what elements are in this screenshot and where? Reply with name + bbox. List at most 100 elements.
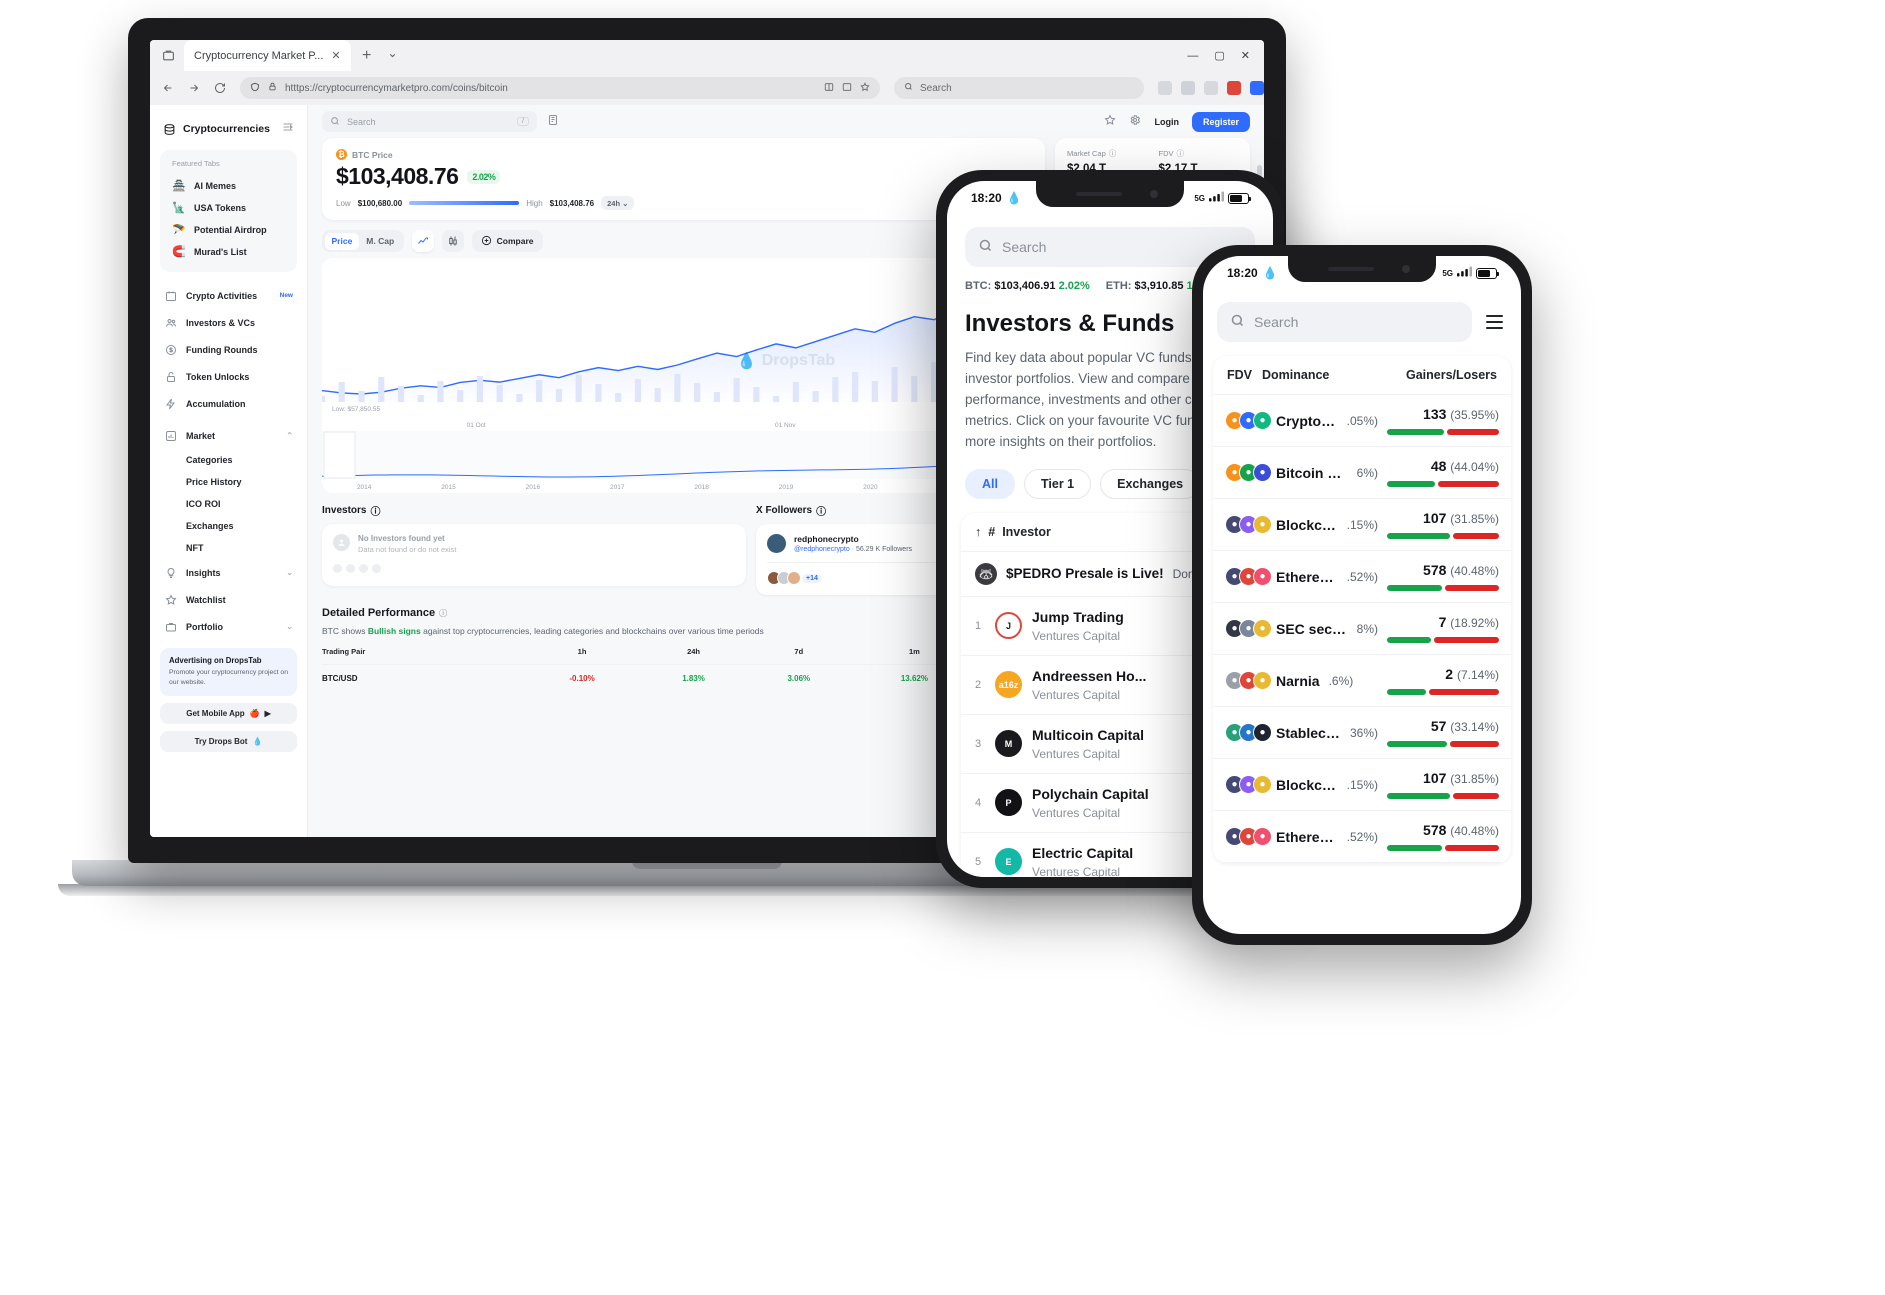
new-tab-icon[interactable]: + (357, 46, 377, 66)
avatar: P (995, 789, 1022, 817)
login-button[interactable]: Login (1154, 117, 1179, 127)
list-item[interactable]: ●●●Bitcoin Eco... 6%) 48 (44.04%) (1213, 447, 1511, 499)
compare-button[interactable]: Compare (471, 230, 543, 252)
col-fdv[interactable]: FDV (1227, 368, 1252, 382)
sidebar-item-watchlist[interactable]: Watchlist (160, 586, 297, 613)
sidebar-subitem-exchanges[interactable]: Exchanges (160, 515, 297, 537)
sidebar-subitem-price-history[interactable]: Price History (160, 471, 297, 493)
coin-icon: ● (1253, 463, 1272, 482)
address-bar[interactable]: htttps://cryptocurrencymarketpro.com/coi… (240, 77, 880, 99)
sidebar-item-usa-tokens[interactable]: 🗽 USA Tokens (168, 197, 289, 219)
list-item[interactable]: ●●●SEC securit... 8%) 7 (18.92%) (1213, 603, 1511, 655)
info-icon[interactable]: ⓘ (1177, 148, 1185, 159)
col-dominance[interactable]: Dominance (1262, 368, 1329, 382)
green-bar (1387, 481, 1435, 487)
speaker (1076, 192, 1122, 196)
back-icon[interactable] (162, 82, 174, 94)
chart-mode-mcap[interactable]: M. Cap (359, 233, 401, 250)
get-mobile-app-button[interactable]: Get Mobile App 🍎 ▶ (160, 702, 297, 724)
sidebar-item-insights[interactable]: Insights ⌄ (160, 559, 297, 586)
sidebar-item-potential-airdrop[interactable]: 🪂 Potential Airdrop (168, 219, 289, 241)
browser-search-box[interactable]: Search (894, 77, 1144, 99)
chip-tier-1[interactable]: Tier 1 (1023, 468, 1092, 499)
extension-shield2-icon[interactable] (1250, 81, 1264, 95)
info-icon[interactable]: ⓘ (439, 608, 447, 619)
battery-icon (1228, 192, 1251, 204)
list-item[interactable]: ● ● ● Narnia .6%) 2 (7.14%) (1213, 655, 1511, 707)
range-period-select[interactable]: 24h ⌄ (601, 196, 635, 210)
close-icon[interactable]: ✕ (331, 49, 340, 62)
chevron-up-icon[interactable]: ⌃ (286, 431, 293, 440)
battery-level (1230, 194, 1243, 202)
candlestick-icon[interactable] (441, 230, 464, 252)
empty-title: No Investors found yet (358, 534, 445, 543)
browser-tab[interactable]: Cryptocurrency Market P... ✕ (184, 40, 351, 71)
register-button[interactable]: Register (1191, 111, 1250, 132)
gear-icon[interactable] (1129, 113, 1141, 131)
chevron-down-icon[interactable]: ⌄ (286, 622, 293, 631)
sidebar-item-token-unlocks[interactable]: Token Unlocks (160, 363, 297, 390)
investor-type: Ventures Capital (1032, 687, 1121, 702)
minimize-button[interactable]: — (1187, 50, 1198, 62)
split-icon[interactable] (842, 82, 852, 95)
row-index: 3 (975, 737, 982, 750)
sidebar-item-market[interactable]: Market ⌃ (160, 422, 297, 449)
forward-icon[interactable] (188, 82, 200, 94)
gainers-cell: 578 (40.48%) (1387, 562, 1499, 591)
mini-tick: 2020 (863, 484, 878, 491)
gainers-losers-bar (1387, 533, 1499, 539)
sidebar-item-accumulation[interactable]: Accumulation (160, 390, 297, 417)
col-gainers-losers[interactable]: Gainers/Losers (1406, 368, 1497, 382)
list-item[interactable]: ●●●Cryptocurr... .05%) 133 (35.95%) (1213, 395, 1511, 447)
advertising-card[interactable]: Advertising on DropsTab Promote your cry… (160, 648, 297, 696)
sort-arrow-icon[interactable]: ↑ (975, 525, 981, 539)
window-close-button[interactable]: ✕ (1241, 49, 1250, 62)
try-drops-bot-button[interactable]: Try Drops Bot 💧 (160, 730, 297, 752)
sidebar-item-ai-memes[interactable]: 🏯 AI Memes (168, 175, 289, 197)
sidebar-item-funding-rounds[interactable]: Funding Rounds (160, 336, 297, 363)
extension-wallet-icon[interactable] (1227, 81, 1241, 95)
sidebar-subitem-nft[interactable]: NFT (160, 537, 297, 559)
sidebar-item-portfolio[interactable]: Portfolio ⌄ (160, 613, 297, 640)
chart-mode-price[interactable]: Price (324, 232, 360, 250)
chevron-down-icon[interactable] (383, 46, 403, 66)
star-icon[interactable] (1104, 113, 1117, 131)
sidebar-subitem-categories[interactable]: Categories (160, 449, 297, 471)
list-item[interactable]: ● ● ● Stablecoin 36%) 57 (33.14%) (1213, 707, 1511, 759)
info-icon[interactable]: ⓘ (1109, 148, 1117, 159)
extension-shield-icon[interactable] (1158, 81, 1172, 95)
info-icon[interactable]: ⓘ (370, 503, 380, 518)
bookmark-star-icon[interactable] (860, 81, 870, 95)
list-item[interactable]: ●●●Blockchain .15%) 107 (31.85%) (1213, 499, 1511, 551)
sidebar-subitem-ico-roi[interactable]: ICO ROI (160, 493, 297, 515)
categories-card: FDV Dominance Gainers/Losers ● ● ● Cryptocu… (1213, 356, 1511, 863)
phone-search-placeholder: Search (1002, 239, 1047, 255)
chart-mode-toggle[interactable]: Price M. Cap (322, 230, 404, 252)
extension-chart-icon[interactable] (1181, 81, 1195, 95)
sidebar-item-murads-list[interactable]: 🧲 Murad's List (168, 241, 289, 263)
reader-icon[interactable] (824, 82, 834, 95)
row-index: 2 (975, 678, 982, 691)
sidebar-item-crypto-activities[interactable]: Crypto Activities New (160, 282, 297, 309)
desc-part-1: BTC shows (322, 626, 368, 636)
chip-exchanges[interactable]: Exchanges (1100, 468, 1201, 499)
tab-search-icon[interactable] (158, 46, 178, 66)
collapse-sidebar-icon[interactable] (282, 120, 294, 138)
row-index: 1 (975, 619, 982, 632)
search-input[interactable]: Search / (322, 111, 537, 132)
chip-all[interactable]: All (965, 468, 1015, 499)
info-icon[interactable]: ⓘ (816, 503, 826, 518)
extension-globe-icon[interactable] (1204, 81, 1218, 95)
search-icon (978, 238, 993, 256)
phone2-search-input[interactable]: Search (1217, 302, 1472, 342)
maximize-button[interactable]: ▢ (1214, 49, 1224, 62)
line-chart-icon[interactable] (411, 230, 434, 252)
list-item[interactable]: ●●●Ethereum E... .52%) 578 (40.48%) (1213, 811, 1511, 863)
menu-icon[interactable] (1482, 311, 1507, 333)
sidebar-item-investors-vcs[interactable]: Investors & VCs (160, 309, 297, 336)
list-item[interactable]: ●●●Ethereum E... .52%) 578 (40.48%) (1213, 551, 1511, 603)
list-item[interactable]: ●●●Blockchain .15%) 107 (31.85%) (1213, 759, 1511, 811)
chevron-down-icon[interactable]: ⌄ (286, 568, 293, 577)
reload-icon[interactable] (214, 82, 226, 94)
notes-icon[interactable] (547, 113, 559, 131)
